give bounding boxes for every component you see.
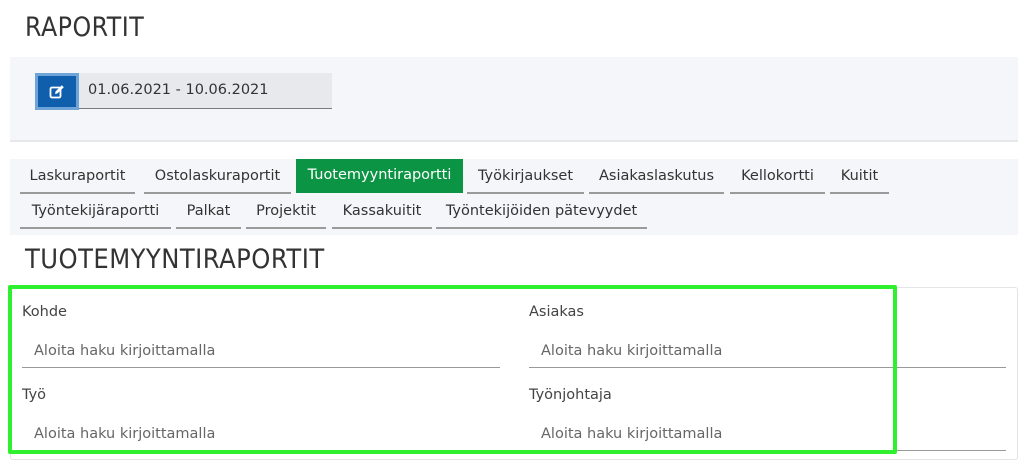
section-title: TUOTEMYYNTIRAPORTIT <box>25 244 325 275</box>
tab-palkat[interactable]: Palkat <box>176 195 241 229</box>
tab-tyontekijoiden-patevyydet[interactable]: Työntekijöiden pätevyydet <box>436 195 647 229</box>
report-tabs: Laskuraportit Ostolaskuraportit Tuotemyy… <box>10 159 1018 235</box>
tab-tyontekijaraportti[interactable]: Työntekijäraportti <box>20 195 171 229</box>
asiakas-search-input[interactable] <box>529 334 1006 368</box>
tab-tyokirjaukset[interactable]: Työkirjaukset <box>467 160 584 194</box>
tab-kellokortti[interactable]: Kellokortti <box>730 160 825 194</box>
date-range-field[interactable]: 01.06.2021 - 10.06.2021 <box>35 73 332 110</box>
kohde-label: Kohde <box>22 304 67 320</box>
tyonjohtaja-search-input[interactable] <box>529 417 1006 451</box>
date-filter-panel: 01.06.2021 - 10.06.2021 <box>10 57 1018 142</box>
tab-laskuraportit[interactable]: Laskuraportit <box>20 160 135 194</box>
tab-ostolaskuraportit[interactable]: Ostolaskuraportit <box>144 160 291 194</box>
tyo-label: Työ <box>22 387 47 403</box>
date-range-text: 01.06.2021 - 10.06.2021 <box>88 82 269 98</box>
asiakas-label: Asiakas <box>529 304 584 320</box>
page-title: RAPORTIT <box>25 12 145 43</box>
tab-tuotemyyntiraportti[interactable]: Tuotemyyntiraportti <box>296 159 463 193</box>
filter-card: Kohde Asiakas Työ Työnjohtaja <box>10 287 1018 460</box>
tab-projektit[interactable]: Projektit <box>246 195 326 229</box>
edit-icon <box>49 84 64 98</box>
tyonjohtaja-label: Työnjohtaja <box>529 387 612 403</box>
tab-kuitit[interactable]: Kuitit <box>830 160 889 194</box>
edit-date-button[interactable] <box>35 73 79 110</box>
tyo-search-input[interactable] <box>22 417 500 451</box>
tab-kassakuitit[interactable]: Kassakuitit <box>332 195 432 229</box>
tab-asiakaslaskutus[interactable]: Asiakaslaskutus <box>589 160 724 194</box>
kohde-search-input[interactable] <box>22 334 500 368</box>
